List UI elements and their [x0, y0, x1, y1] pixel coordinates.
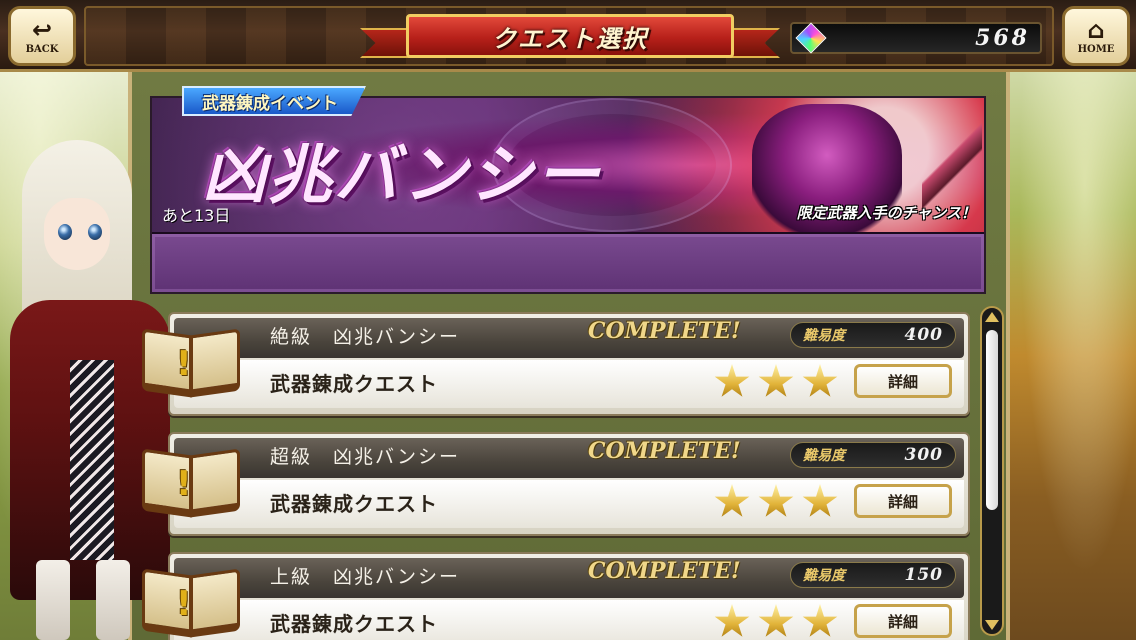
exclamation-icon: !	[176, 584, 192, 624]
gem-count: 568	[975, 25, 1030, 51]
difficulty-value: 300	[904, 445, 943, 465]
exclamation-icon: !	[176, 344, 192, 384]
character-eye-left	[58, 224, 72, 240]
character-leg-right	[96, 560, 130, 640]
difficulty-box: 難易度 400	[790, 322, 956, 348]
star-icon	[758, 364, 794, 397]
detail-button[interactable]: 詳細	[854, 364, 952, 398]
star-icon	[802, 364, 838, 397]
book-page-right	[190, 328, 240, 398]
exclamation-icon: !	[176, 464, 192, 504]
back-label: BACK	[25, 43, 59, 55]
quest-card[interactable]: ! 絶級 凶兆バンシー COMPLETE! 難易度 400 武器錬成クエスト 詳…	[136, 312, 970, 416]
difficulty-value: 150	[904, 565, 943, 585]
star-icon	[802, 604, 838, 637]
quest-complete-label: COMPLETE!	[588, 318, 741, 344]
difficulty-label: 難易度	[803, 448, 845, 464]
character-leg-left	[36, 560, 70, 640]
event-banner-art: 凶兆バンシー あと13日 限定武器入手のチャンス！	[152, 98, 984, 232]
quest-complete-label: COMPLETE!	[588, 558, 741, 584]
quest-name: 上級 凶兆バンシー	[270, 566, 460, 588]
quest-type: 武器錬成クエスト	[270, 492, 438, 516]
scroll-thumb[interactable]	[986, 330, 998, 510]
star-icon	[802, 484, 838, 517]
star-rating	[714, 480, 844, 524]
quest-name: 超級 凶兆バンシー	[270, 446, 460, 468]
quest-name: 絶級 凶兆バンシー	[270, 326, 460, 348]
background-scenery-right	[1008, 72, 1136, 640]
gem-counter: 568	[790, 22, 1042, 54]
detail-button[interactable]: 詳細	[854, 484, 952, 518]
quest-list: ! 絶級 凶兆バンシー COMPLETE! 難易度 400 武器錬成クエスト 詳…	[136, 312, 972, 640]
back-button[interactable]: ↩ BACK	[8, 6, 76, 66]
title-ribbon: クエスト選択	[360, 8, 780, 64]
difficulty-box: 難易度 300	[790, 442, 956, 468]
open-book-icon: !	[136, 562, 246, 640]
difficulty-value: 400	[904, 325, 943, 345]
scroll-up-arrow-icon[interactable]	[985, 312, 999, 322]
quest-complete-label: COMPLETE!	[588, 438, 741, 464]
difficulty-label: 難易度	[803, 568, 845, 584]
character-eye-right	[88, 224, 102, 240]
rainbow-gem-icon	[795, 22, 827, 54]
star-icon	[714, 364, 750, 397]
star-icon	[758, 484, 794, 517]
event-tag: 武器錬成イベント	[182, 86, 366, 116]
character-corset	[70, 360, 114, 560]
event-banner[interactable]: 凶兆バンシー あと13日 限定武器入手のチャンス！ 武器錬成イベント	[150, 86, 986, 294]
event-chance-text: 限定武器入手のチャンス！	[796, 204, 976, 222]
open-book-icon: !	[136, 442, 246, 522]
star-icon	[714, 604, 750, 637]
quest-card[interactable]: ! 超級 凶兆バンシー COMPLETE! 難易度 300 武器錬成クエスト 詳…	[136, 432, 970, 536]
difficulty-label: 難易度	[803, 328, 845, 344]
top-bar: ↩ BACK クエスト選択 568 ⌂ HOME	[0, 0, 1136, 72]
home-label: HOME	[1077, 43, 1115, 55]
quest-list-scrollbar[interactable]	[980, 306, 1004, 636]
quest-type: 武器錬成クエスト	[270, 372, 438, 396]
book-page-right	[190, 448, 240, 518]
scroll-down-arrow-icon[interactable]	[985, 620, 999, 630]
page-title: クエスト選択	[492, 23, 648, 53]
event-banner-strip	[152, 232, 984, 292]
quest-type: 武器錬成クエスト	[270, 612, 438, 636]
home-button[interactable]: ⌂ HOME	[1062, 6, 1130, 66]
star-icon	[714, 484, 750, 517]
open-book-icon: !	[136, 322, 246, 402]
star-rating	[714, 360, 844, 404]
event-title: 凶兆バンシー	[202, 138, 602, 213]
detail-button[interactable]: 詳細	[854, 604, 952, 638]
back-arrow-icon: ↩	[31, 15, 53, 44]
event-tag-label: 武器錬成イベント	[202, 93, 338, 114]
star-icon	[758, 604, 794, 637]
quest-card[interactable]: ! 上級 凶兆バンシー COMPLETE! 難易度 150 武器錬成クエスト 詳…	[136, 552, 970, 640]
ribbon-main: クエスト選択	[406, 14, 734, 58]
star-rating	[714, 600, 844, 640]
house-icon: ⌂	[1087, 15, 1105, 44]
difficulty-box: 難易度 150	[790, 562, 956, 588]
book-page-right	[190, 568, 240, 638]
